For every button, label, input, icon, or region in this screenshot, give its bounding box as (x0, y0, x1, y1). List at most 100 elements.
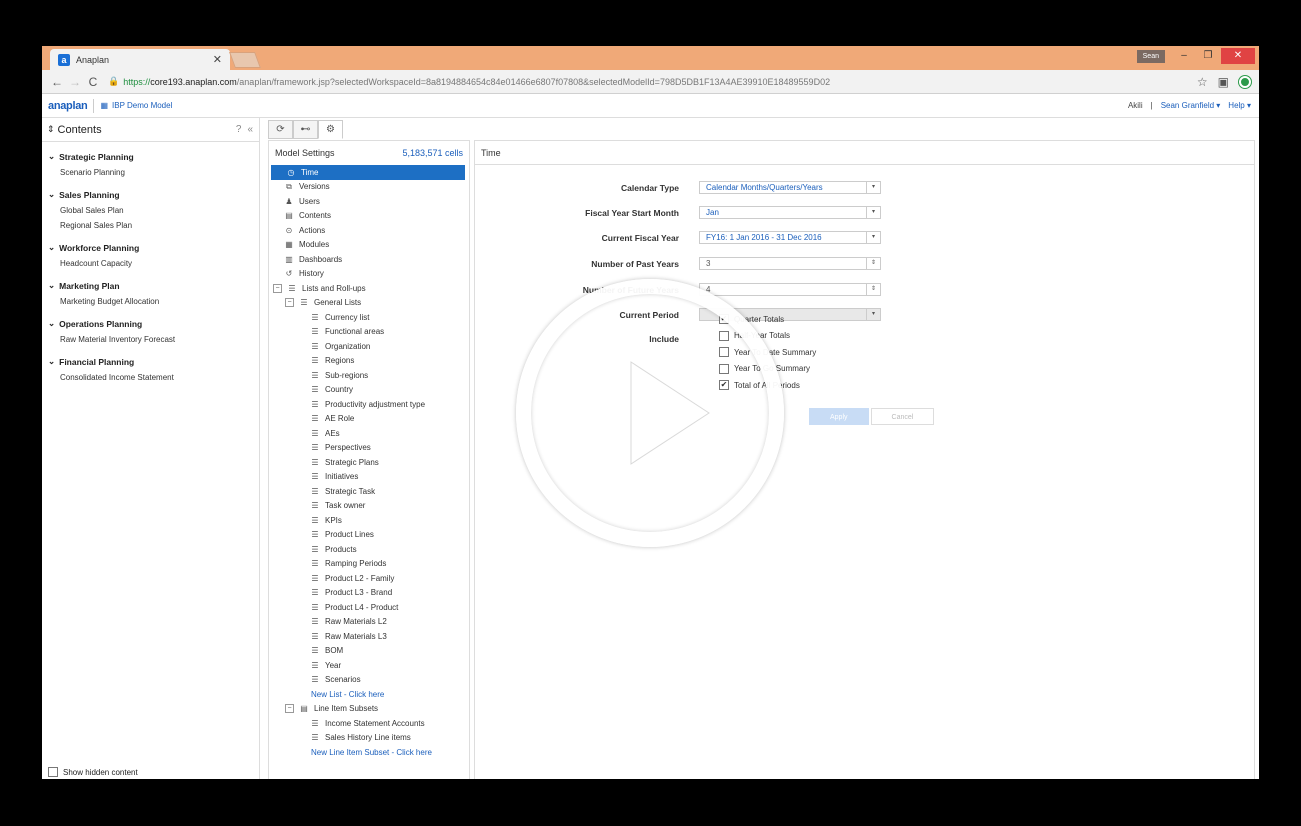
list-item[interactable]: ☰ Year (269, 658, 469, 673)
tree-item-line-item-subsets[interactable]: − ▤ Line Item Subsets (269, 702, 469, 717)
extension-icon[interactable] (1239, 75, 1251, 88)
minimize-icon[interactable]: – (1173, 48, 1195, 64)
list-item[interactable]: ☰ Task owner (269, 499, 469, 514)
tree-item-contents[interactable]: ▤ Contents (269, 209, 469, 224)
tree-item-label: New List - Click here (311, 689, 385, 699)
apply-button[interactable]: Apply (809, 408, 869, 425)
help-icon[interactable]: ? (236, 124, 242, 135)
browser-tab[interactable]: a Anaplan ✕ (50, 49, 230, 70)
list-item[interactable]: ☰ AE Role (269, 412, 469, 427)
cancel-button[interactable]: Cancel (870, 408, 935, 425)
list-item[interactable]: ☰ Initiatives (269, 470, 469, 485)
collapse-toggle-icon[interactable]: − (285, 704, 294, 714)
list-item[interactable]: ☰ KPIs (269, 513, 469, 528)
tree-item-general-lists[interactable]: − ☰ General Lists (269, 296, 469, 311)
section-title[interactable]: ⌄ Marketing Plan (42, 277, 259, 294)
contents-item[interactable]: Consolidated Income Statement (42, 370, 259, 385)
list-item[interactable]: ☰ Product L4 - Product (269, 600, 469, 615)
tree-item-dashboards[interactable]: ▥ Dashboards (269, 252, 469, 267)
forward-icon[interactable]: → (66, 75, 84, 89)
list-item[interactable]: ☰ Product L2 - Family (269, 571, 469, 586)
list-item[interactable]: ☰ Strategic Plans (269, 455, 469, 470)
section-title[interactable]: ⌄ Sales Planning (42, 186, 259, 203)
list-item[interactable]: ☰ Country (269, 383, 469, 398)
cast-icon[interactable]: ▣ (1218, 75, 1229, 89)
tree-item-label: Regions (325, 356, 355, 366)
list-item[interactable]: ☰ Organization (269, 339, 469, 354)
url-field[interactable]: 🔒 https:// core193.anaplan.com /anaplan/… (108, 76, 1197, 87)
tree-item-versions[interactable]: ⧉ Versions (269, 180, 469, 195)
stepper-icon[interactable]: ⇕ (866, 258, 880, 269)
contents-item[interactable]: Global Sales Plan (42, 203, 259, 218)
new-list-link[interactable]: New List - Click here (269, 687, 469, 702)
user-first-name[interactable]: Akili (1128, 101, 1143, 110)
close-tab-icon[interactable]: ✕ (213, 53, 222, 66)
calendar-type-select[interactable]: Calendar Months/Quarters/Years ▾ (699, 181, 881, 194)
list-item[interactable]: ☰ Product L3 - Brand (269, 586, 469, 601)
section-title[interactable]: ⌄ Workforce Planning (42, 239, 259, 256)
list-item[interactable]: ☰ Functional areas (269, 325, 469, 340)
contents-item[interactable]: Scenario Planning (42, 165, 259, 180)
past-years-stepper[interactable]: 3 ⇕ (699, 257, 881, 270)
tree-item-label: Actions (299, 225, 326, 235)
list-item[interactable]: ☰ Sub-regions (269, 368, 469, 383)
close-window-icon[interactable]: ✕ (1221, 48, 1255, 64)
collapse-toggle-icon[interactable]: − (273, 283, 282, 293)
tree-item-actions[interactable]: ⊙ Actions (269, 223, 469, 238)
model-name[interactable]: ▦ IBP Demo Model (100, 101, 172, 110)
collapse-toggle-icon[interactable]: − (285, 298, 294, 308)
list-item[interactable]: ☰ Scenarios (269, 673, 469, 688)
fy-start-select[interactable]: Jan ▾ (699, 206, 881, 219)
collapse-panel-icon[interactable]: « (247, 124, 253, 135)
new-tab-button[interactable] (229, 52, 261, 68)
profile-button[interactable]: Sean (1136, 49, 1165, 63)
list-item[interactable]: ☰ Strategic Task (269, 484, 469, 499)
show-hidden-toggle[interactable]: Show hidden content (48, 767, 138, 777)
list-item[interactable]: ☰ Raw Materials L2 (269, 615, 469, 630)
subset-item[interactable]: ☰ Sales History Line items (269, 731, 469, 746)
help-menu[interactable]: Help ▾ (1228, 101, 1251, 110)
list-item[interactable]: ☰ Product Lines (269, 528, 469, 543)
list-item[interactable]: ☰ Regions (269, 354, 469, 369)
section-title[interactable]: ⌄ Operations Planning (42, 315, 259, 332)
contents-item[interactable]: Headcount Capacity (42, 256, 259, 271)
show-hidden-checkbox[interactable] (48, 767, 58, 777)
chevron-down-icon: ⌄ (48, 151, 56, 161)
user-menu[interactable]: Sean Granfield ▾ (1161, 101, 1221, 110)
hierarchy-icon[interactable]: ⊷ (293, 120, 318, 139)
restore-icon[interactable]: ❐ (1197, 48, 1219, 64)
contents-item[interactable]: Raw Material Inventory Forecast (42, 332, 259, 347)
section-title[interactable]: ⌄ Financial Planning (42, 353, 259, 370)
play-video-button[interactable] (516, 279, 784, 547)
anaplan-favicon-icon: a (58, 53, 70, 66)
list-item[interactable]: ☰ Ramping Periods (269, 557, 469, 572)
contents-section: ⌄ Operations Planning Raw Material Invento… (42, 315, 259, 347)
contents-item[interactable]: Marketing Budget Allocation (42, 294, 259, 309)
reload-icon[interactable]: C (84, 75, 102, 89)
list-item[interactable]: ☰ Perspectives (269, 441, 469, 456)
settings-gear-icon[interactable]: ⚙ (318, 120, 343, 139)
section-title[interactable]: ⌄ Strategic Planning (42, 148, 259, 165)
list-item[interactable]: ☰ Currency list (269, 310, 469, 325)
tree-item-history[interactable]: ↺ History (269, 267, 469, 282)
list-item[interactable]: ☰ BOM (269, 644, 469, 659)
contents-item[interactable]: Regional Sales Plan (42, 218, 259, 233)
stepper-icon[interactable]: ⇕ (866, 284, 880, 295)
refresh-icon[interactable]: ⟳ (268, 120, 293, 139)
tree-item-lists-rollups[interactable]: − ☰ Lists and Roll-ups (269, 281, 469, 296)
contents-title: Contents (57, 123, 102, 136)
new-subset-link[interactable]: New Line Item Subset - Click here (269, 745, 469, 760)
anaplan-logo[interactable]: anaplan (48, 100, 88, 112)
current-fy-select[interactable]: FY16: 1 Jan 2016 - 31 Dec 2016 ▾ (699, 231, 881, 244)
list-item[interactable]: ☰ Productivity adjustment type (269, 397, 469, 412)
tree-item-time[interactable]: ◷ Time (271, 165, 465, 180)
list-item[interactable]: ☰ Raw Materials L3 (269, 629, 469, 644)
subset-item[interactable]: ☰ Income Statement Accounts (269, 716, 469, 731)
tree-item-users[interactable]: ♟ Users (269, 194, 469, 209)
bookmark-star-icon[interactable]: ☆ (1197, 75, 1208, 89)
section-title-label: Financial Planning (59, 356, 135, 367)
back-icon[interactable]: ← (48, 75, 66, 89)
tree-item-modules[interactable]: ▦ Modules (269, 238, 469, 253)
list-item[interactable]: ☰ AEs (269, 426, 469, 441)
list-item[interactable]: ☰ Products (269, 542, 469, 557)
